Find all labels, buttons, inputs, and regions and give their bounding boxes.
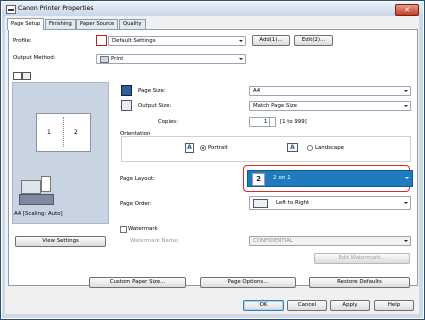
ok-button[interactable]: OK [243,300,284,311]
page-order-select[interactable]: Left to Right [249,196,411,210]
page-layout-value: 2 on 1 [273,175,291,181]
tab-finishing[interactable]: Finishing [45,19,76,29]
watermark-name-value: CONFIDENTIAL [253,238,293,244]
page-size-label: Page Size: [138,88,166,94]
profile-edit-button[interactable]: Edit(2)... [294,35,333,46]
paper-stack-icon [41,176,51,192]
view-settings-button[interactable]: View Settings [15,236,106,247]
output-method-select[interactable]: Print [96,54,246,64]
single-page-view-icon[interactable] [13,72,22,80]
preview-sheet: 1 2 [36,113,91,152]
landscape-radio[interactable] [307,145,313,151]
left-to-right-icon [253,199,268,208]
output-method-label: Output Method: [13,55,56,61]
profile-value: Default Settings [112,38,156,44]
chevron-down-icon [237,55,244,63]
preview-page-2: 2 [74,129,78,136]
layout-view-icon[interactable] [22,72,31,80]
page-order-label: Page Order: [120,201,152,207]
help-button[interactable]: Help [374,300,414,311]
profile-select[interactable]: Default Settings [108,36,246,46]
tab-paper-source[interactable]: Paper Source [76,19,119,29]
restore-defaults-button[interactable]: Restore Defaults [309,277,410,288]
layout-preview: 1 2 [12,82,109,224]
page-layout-select[interactable]: 2 2 on 1 [247,170,413,187]
chevron-down-icon [402,237,409,245]
tab-quality[interactable]: Quality [119,19,146,29]
output-size-label: Output Size: [138,103,172,109]
preview-scaling-text: A4 [Scaling: Auto] [14,211,63,217]
chevron-down-icon [402,199,409,207]
chevron-down-icon [402,102,409,110]
profile-label: Profile: [13,38,32,44]
tab-page-setup[interactable]: Page Setup [7,18,45,30]
copies-label: Copies: [158,119,178,125]
landscape-icon: A [287,143,298,152]
edit-watermark-button[interactable]: Edit Watermark... [314,253,410,264]
output-size-icon [121,100,132,111]
output-options-icon [19,194,54,205]
close-button[interactable]: ✕ [395,4,419,16]
page-size-icon [121,85,132,96]
orientation-group [121,136,411,162]
output-size-select[interactable]: Match Page Size [249,101,411,111]
page-size-select[interactable]: A4 [249,86,411,96]
output-method-value: Print [111,56,124,62]
output-size-value: Match Page Size [253,103,297,109]
landscape-label: Landscape [315,145,344,151]
copies-stepper[interactable]: 1 [249,117,276,127]
portrait-label: Portrait [208,145,228,151]
portrait-icon: A [185,143,194,153]
spin-buttons-icon[interactable] [269,118,275,126]
watermark-name-label: Watermark Name: [130,238,180,244]
profile-icon [96,35,107,46]
watermark-name-select[interactable]: CONFIDENTIAL [249,236,411,246]
portrait-radio[interactable] [200,145,206,151]
chevron-down-icon [237,37,244,45]
page-order-value: Left to Right [276,200,310,206]
preview-page-1: 1 [47,129,51,136]
printer-icon [100,56,109,63]
page-size-value: A4 [253,88,261,94]
window-title: Canon Printer Properties [18,5,94,12]
printer-icon [6,5,16,14]
preview-divider [63,117,64,147]
page-options-button[interactable]: Page Options... [200,277,296,288]
cancel-button[interactable]: Cancel [287,300,327,311]
watermark-label: Watermark [128,226,158,232]
watermark-checkbox[interactable] [120,226,127,233]
copies-range: [1 to 999] [280,119,307,125]
apply-button[interactable]: Apply [330,300,370,311]
chevron-down-icon [402,87,409,95]
printer-icon [21,180,41,194]
copies-value: 1 [264,119,268,125]
title-bar[interactable]: Canon Printer Properties ✕ [2,2,423,16]
profile-add-button[interactable]: Add(1)... [252,35,290,46]
page-layout-label: Page Layout: [120,176,155,182]
custom-paper-size-button[interactable]: Custom Paper Size... [89,277,186,288]
two-on-one-icon: 2 [252,173,265,186]
